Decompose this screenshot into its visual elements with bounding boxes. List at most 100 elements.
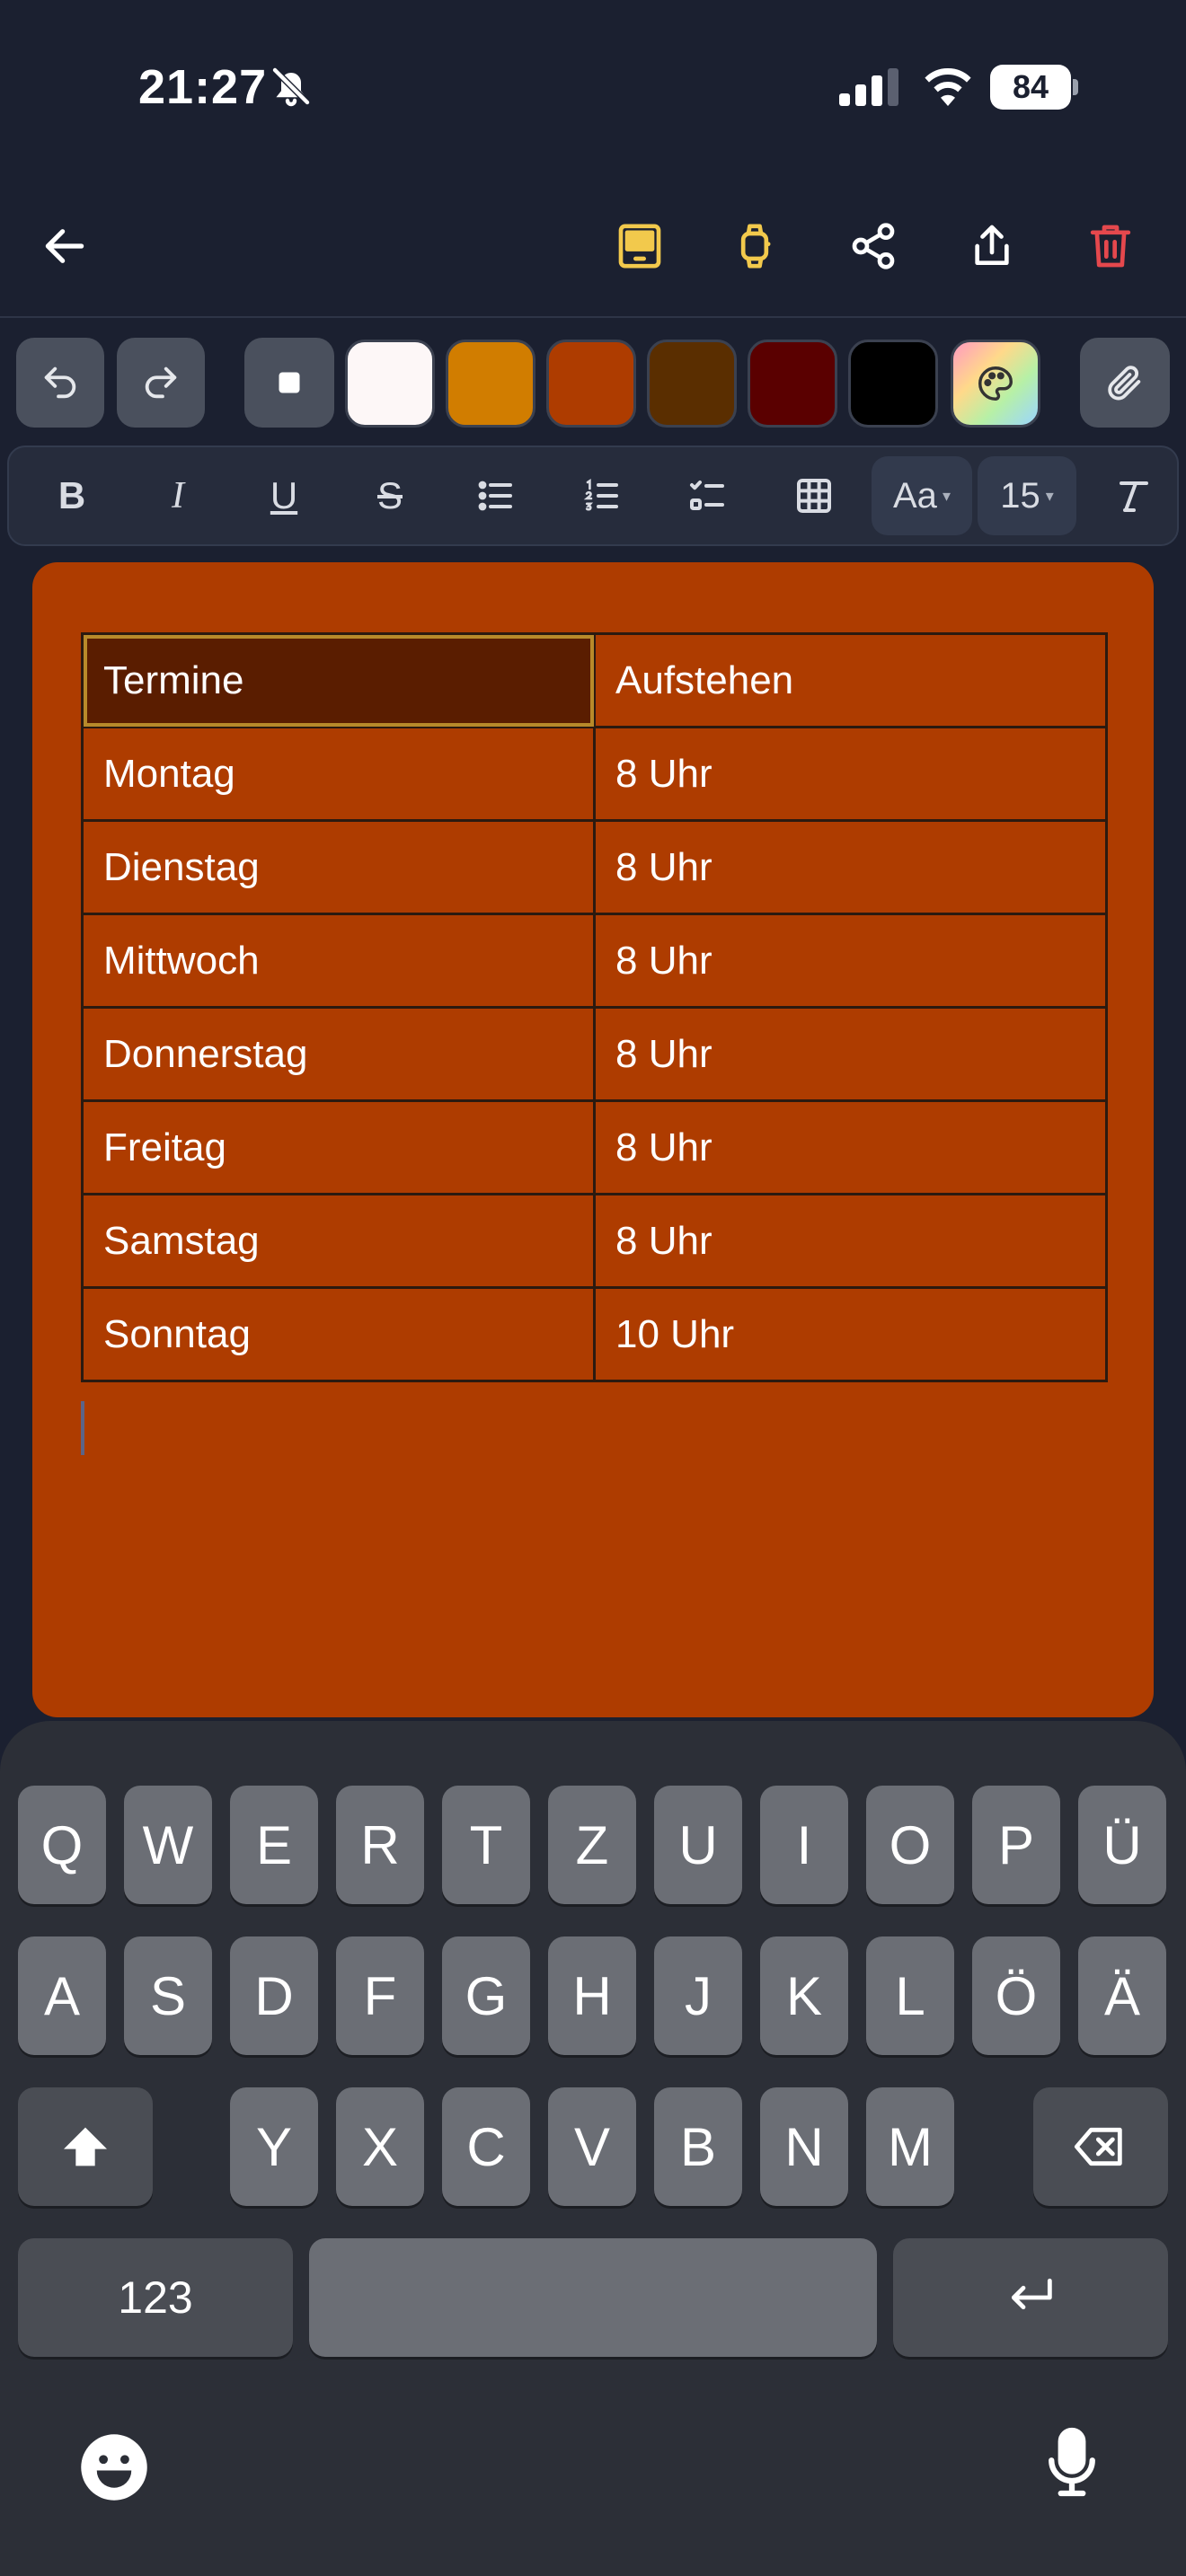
font-size-dropdown[interactable]: 15 ▾ xyxy=(978,456,1076,535)
swatch-white[interactable] xyxy=(345,340,435,428)
backspace-icon xyxy=(1074,2127,1122,2166)
table-row: Dienstag 8 Uhr xyxy=(81,819,1108,915)
swatch-brown[interactable] xyxy=(647,340,737,428)
table-cell[interactable]: Aufstehen xyxy=(593,632,1108,728)
key-q[interactable]: Q xyxy=(18,1786,106,1904)
shift-key[interactable] xyxy=(18,2087,153,2206)
key-ö[interactable]: Ö xyxy=(972,1936,1060,2055)
microphone-icon xyxy=(1049,2427,1095,2497)
table-cell[interactable]: 8 Uhr xyxy=(593,1099,1108,1195)
table-cell[interactable]: Dienstag xyxy=(81,819,596,915)
trash-icon xyxy=(1090,225,1131,268)
key-f[interactable]: F xyxy=(336,1936,424,2055)
swatch-maroon[interactable] xyxy=(748,340,837,428)
share-nodes-icon xyxy=(852,223,895,269)
key-p[interactable]: P xyxy=(972,1786,1060,1904)
note-table: Termine Aufstehen Montag 8 Uhr Dienstag … xyxy=(81,632,1108,1382)
key-g[interactable]: G xyxy=(442,1936,530,2055)
return-key[interactable] xyxy=(893,2238,1168,2357)
key-t[interactable]: T xyxy=(442,1786,530,1904)
battery-indicator: 84 xyxy=(990,65,1078,110)
key-o[interactable]: O xyxy=(866,1786,954,1904)
key-w[interactable]: W xyxy=(124,1786,212,1904)
emoji-button[interactable] xyxy=(74,2427,155,2508)
swatch-black[interactable] xyxy=(848,340,938,428)
share-button[interactable] xyxy=(837,210,909,282)
table-cell[interactable]: Montag xyxy=(81,726,596,822)
swatch-rust[interactable] xyxy=(546,340,636,428)
clear-format-button[interactable] xyxy=(1089,453,1179,539)
key-ä[interactable]: Ä xyxy=(1078,1936,1166,2055)
font-style-dropdown[interactable]: Aa ▾ xyxy=(872,456,972,535)
numbered-list-button[interactable] xyxy=(557,453,647,539)
key-c[interactable]: C xyxy=(442,2087,530,2206)
back-arrow-icon xyxy=(45,229,84,263)
checklist-button[interactable] xyxy=(663,453,753,539)
format-toolbar: B I U S Aa ▾ 15 ▾ xyxy=(7,446,1179,546)
redo-button[interactable] xyxy=(117,338,205,428)
wifi-icon xyxy=(925,67,971,106)
redo-icon xyxy=(145,366,177,399)
swatch-orange[interactable] xyxy=(446,340,535,428)
back-button[interactable] xyxy=(29,210,101,282)
clear-format-icon xyxy=(1120,481,1148,512)
key-l[interactable]: L xyxy=(866,1936,954,2055)
table-cell[interactable]: 8 Uhr xyxy=(593,1193,1108,1289)
key-v[interactable]: V xyxy=(548,2087,636,2206)
undo-button[interactable] xyxy=(16,338,104,428)
table-cell[interactable]: Samstag xyxy=(81,1193,596,1289)
font-style-label: Aa xyxy=(893,475,937,516)
key-e[interactable]: E xyxy=(230,1786,318,1904)
dictation-button[interactable] xyxy=(1031,2422,1112,2502)
table-cell[interactable]: 10 Uhr xyxy=(593,1286,1108,1382)
return-icon xyxy=(1011,2278,1052,2310)
italic-button[interactable]: I xyxy=(133,453,223,539)
attach-button[interactable] xyxy=(1080,338,1170,428)
key-z[interactable]: Z xyxy=(548,1786,636,1904)
underline-button[interactable]: U xyxy=(239,453,329,539)
status-bar: 21:27 84 xyxy=(0,0,1186,180)
key-u[interactable]: U xyxy=(654,1786,742,1904)
table-cell[interactable]: Termine xyxy=(81,632,596,728)
key-y[interactable]: Y xyxy=(230,2087,318,2206)
key-ü[interactable]: Ü xyxy=(1078,1786,1166,1904)
key-j[interactable]: J xyxy=(654,1936,742,2055)
custom-color-button[interactable] xyxy=(951,340,1040,428)
watch-button[interactable] xyxy=(719,210,791,282)
note-content-area[interactable]: Termine Aufstehen Montag 8 Uhr Dienstag … xyxy=(32,562,1154,1717)
delete-button[interactable] xyxy=(1075,210,1146,282)
insert-table-button[interactable] xyxy=(769,453,859,539)
key-x[interactable]: X xyxy=(336,2087,424,2206)
key-a[interactable]: A xyxy=(18,1936,106,2055)
export-button[interactable] xyxy=(956,210,1028,282)
key-r[interactable]: R xyxy=(336,1786,424,1904)
key-d[interactable]: D xyxy=(230,1936,318,2055)
table-cell[interactable]: Donnerstag xyxy=(81,1006,596,1102)
table-cell[interactable]: Mittwoch xyxy=(81,913,596,1009)
table-cell[interactable]: 8 Uhr xyxy=(593,819,1108,915)
strikethrough-button[interactable]: S xyxy=(345,453,435,539)
key-k[interactable]: K xyxy=(760,1936,848,2055)
key-s[interactable]: S xyxy=(124,1936,212,2055)
table-cell[interactable]: Sonntag xyxy=(81,1286,596,1382)
key-n[interactable]: N xyxy=(760,2087,848,2206)
no-color-button[interactable] xyxy=(244,338,334,428)
backspace-key[interactable] xyxy=(1033,2087,1168,2206)
space-key[interactable] xyxy=(309,2238,877,2357)
numbers-key[interactable]: 123 xyxy=(18,2238,293,2357)
tablet-view-button[interactable] xyxy=(604,210,676,282)
shift-icon xyxy=(64,2127,107,2166)
chevron-down-icon: ▾ xyxy=(1045,486,1054,505)
table-header-row: Termine Aufstehen xyxy=(81,632,1108,728)
table-cell[interactable]: 8 Uhr xyxy=(593,726,1108,822)
table-cell[interactable]: 8 Uhr xyxy=(593,1006,1108,1102)
bullet-list-button[interactable] xyxy=(451,453,541,539)
key-b[interactable]: B xyxy=(654,2087,742,2206)
key-h[interactable]: H xyxy=(548,1936,636,2055)
table-cell[interactable]: Freitag xyxy=(81,1099,596,1195)
table-cell[interactable]: 8 Uhr xyxy=(593,913,1108,1009)
key-i[interactable]: I xyxy=(760,1786,848,1904)
key-m[interactable]: M xyxy=(866,2087,954,2206)
bold-button[interactable]: B xyxy=(27,453,117,539)
chevron-down-icon: ▾ xyxy=(942,486,951,505)
